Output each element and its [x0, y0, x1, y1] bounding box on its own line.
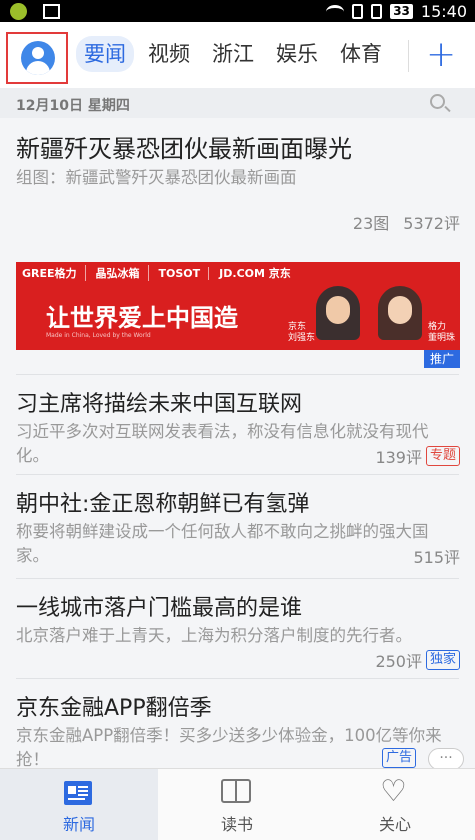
channel-tabs: 要闻 视频 浙江 娱乐 体育 — [76, 36, 396, 72]
sim-icon — [352, 4, 364, 19]
article-meta: 139评 专题 — [375, 444, 460, 468]
top-nav: 要闻 视频 浙江 娱乐 体育 + — [0, 22, 475, 88]
user-avatar-icon — [21, 41, 55, 75]
tab-sports[interactable]: 体育 — [332, 36, 390, 72]
sim2-icon — [371, 4, 383, 19]
tab-video[interactable]: 视频 — [140, 36, 198, 72]
wifi-icon — [326, 4, 345, 19]
article-desc: 组图：新疆武警歼灭暴恐团伙最新画面 — [16, 168, 297, 187]
nav-news[interactable]: 新闻 — [0, 769, 158, 840]
tabs-divider — [408, 40, 409, 72]
exclusive-badge: 独家 — [425, 650, 460, 670]
news-icon — [64, 781, 92, 805]
more-options-button[interactable]: ··· — [428, 748, 464, 770]
add-channel-button[interactable]: + — [426, 37, 456, 73]
ad-person1-caption: 京东 刘强东 — [288, 322, 316, 343]
comment-count: 250评 — [375, 652, 422, 671]
article-title: 朝中社:金正恩称朝鲜已有氢弹 — [16, 492, 310, 517]
scan-icon — [43, 4, 60, 19]
article-meta: 515评 — [413, 544, 460, 568]
list-item[interactable]: 京东金融APP翻倍季 京东金融APP翻倍季！买多少送多少体验金，100亿等你来抢… — [16, 694, 460, 772]
article-meta: 250评 独家 — [375, 648, 460, 672]
ad-tagline: Made in China, Loved by the World — [46, 332, 151, 339]
divider — [16, 678, 459, 679]
news-feed[interactable]: 新疆歼灭暴恐团伙最新画面曝光 组图：新疆武警歼灭暴恐团伙最新画面 23图 537… — [0, 118, 475, 770]
avatar-button[interactable] — [6, 32, 68, 84]
battery-icon: 33 — [390, 4, 413, 19]
list-item[interactable]: 习主席将描绘未来中国互联网 习近平多次对互联网发表看法，称没有信息化就没有现代化… — [16, 390, 460, 468]
ad-banner[interactable]: GREE格力 晶弘冰箱 TOSOT JD.COM 京东 让世界爱上中国造 Mad… — [16, 262, 460, 350]
comment-count: 139评 — [375, 448, 422, 467]
article-desc: 北京落户难于上青天，上海为积分落户制度的先行者。 — [16, 626, 412, 645]
bottom-nav: 新闻 读书 ♡ 关心 — [0, 768, 475, 840]
app-notification-icon — [10, 3, 27, 20]
article-title: 一线城市落户门槛最高的是谁 — [16, 596, 303, 621]
divider — [16, 374, 459, 375]
article-title: 京东金融APP翻倍季 — [16, 696, 212, 721]
topic-badge: 专题 — [425, 446, 460, 466]
ad-slogan: 让世界爱上中国造 — [46, 303, 238, 332]
ad-person2-caption: 格力 董明珠 — [428, 322, 456, 343]
nav-label: 关心 — [378, 815, 411, 834]
divider — [16, 578, 459, 579]
date-label: 12月10日 星期四 — [16, 98, 130, 114]
nav-reading[interactable]: 读书 — [158, 769, 316, 840]
list-item[interactable]: 朝中社:金正恩称朝鲜已有氢弹 称要将朝鲜建设成一个任何敌人都不敢向之挑衅的强大国… — [16, 490, 460, 568]
comment-count: 515评 — [413, 548, 460, 567]
book-icon — [221, 779, 253, 805]
search-icon[interactable] — [430, 94, 445, 109]
tab-entertainment[interactable]: 娱乐 — [268, 36, 326, 72]
image-count: 23图 — [352, 214, 390, 233]
heart-icon: ♡ — [380, 774, 407, 809]
article-title: 习主席将描绘未来中国互联网 — [16, 392, 303, 417]
nav-label: 读书 — [220, 815, 253, 834]
article-meta: 23图 5372评 — [353, 210, 460, 234]
nav-care[interactable]: ♡ 关心 — [316, 769, 475, 840]
nav-label: 新闻 — [62, 815, 95, 834]
article-title: 新疆歼灭暴恐团伙最新画面曝光 — [16, 135, 352, 163]
date-bar: 12月10日 星期四 — [0, 88, 475, 118]
status-bar: 33 15:40 — [0, 0, 475, 22]
article-desc: 称要将朝鲜建设成一个任何敌人都不敢向之挑衅的强大国家。 — [16, 522, 429, 565]
featured-article[interactable]: 新疆歼灭暴恐团伙最新画面曝光 组图：新疆武警歼灭暴恐团伙最新画面 23图 537… — [16, 134, 460, 233]
clock: 15:40 — [420, 2, 467, 21]
ad-brand-strip: GREE格力 晶弘冰箱 TOSOT JD.COM 京东 — [22, 265, 291, 281]
article-meta: 广告 — [381, 748, 416, 768]
list-item[interactable]: 一线城市落户门槛最高的是谁 北京落户难于上青天，上海为积分落户制度的先行者。 2… — [16, 594, 460, 671]
divider — [16, 474, 459, 475]
tab-zhejiang[interactable]: 浙江 — [204, 36, 262, 72]
tab-headlines[interactable]: 要闻 — [76, 36, 134, 72]
ad-badge: 广告 — [381, 748, 416, 768]
comment-count: 5372评 — [403, 214, 460, 233]
promo-badge: 推广 — [424, 350, 460, 368]
